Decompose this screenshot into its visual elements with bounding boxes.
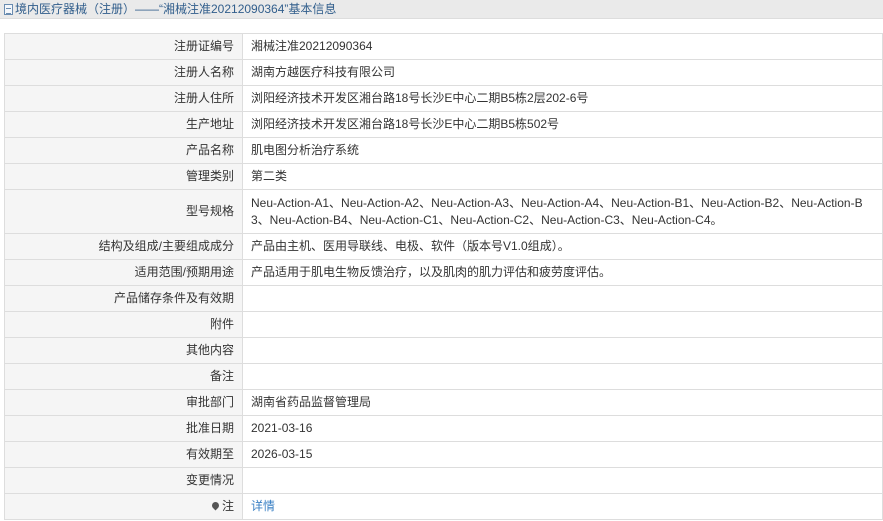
detail-link[interactable]: 详情 [251,499,275,513]
table-row: 注册人住所 浏阳经济技术开发区湘台路18号长沙E中心二期B5栋2层202-6号 [4,85,883,112]
table-row: 批准日期 2021-03-16 [4,415,883,442]
table-row: 备注 [4,363,883,390]
field-label: 产品名称 [4,137,243,164]
field-value: 第二类 [242,163,883,190]
page-title: 境内医疗器械（注册）——“湘械注准20212090364”基本信息 [15,2,337,16]
table-row: 审批部门 湖南省药品监督管理局 [4,389,883,416]
field-value: 2026-03-15 [242,441,883,468]
field-value: 产品由主机、医用导联线、电极、软件（版本号V1.0组成）。 [242,233,883,260]
field-value [242,311,883,338]
field-value: 浏阳经济技术开发区湘台路18号长沙E中心二期B5栋502号 [242,111,883,138]
field-label: 附件 [4,311,243,338]
field-label: 审批部门 [4,389,243,416]
table-row: 适用范围/预期用途 产品适用于肌电生物反馈治疗，以及肌肉的肌力评估和疲劳度评估。 [4,259,883,286]
document-icon [4,3,13,15]
field-label: 批准日期 [4,415,243,442]
field-label: 变更情况 [4,467,243,494]
table-row: 附件 [4,311,883,338]
field-value [242,467,883,494]
field-value [242,337,883,364]
field-label: 注册人名称 [4,59,243,86]
field-value: Neu-Action-A1、Neu-Action-A2、Neu-Action-A… [242,189,883,234]
note-value-cell: 详情 [242,493,883,520]
field-label: 结构及组成/主要组成成分 [4,233,243,260]
field-label: 生产地址 [4,111,243,138]
field-value [242,363,883,390]
field-value: 2021-03-16 [242,415,883,442]
table-row: 产品名称 肌电图分析治疗系统 [4,137,883,164]
table-row: 注册人名称 湖南方越医疗科技有限公司 [4,59,883,86]
field-label: 备注 [4,363,243,390]
note-label-cell: 注 [4,493,243,520]
field-value: 湖南方越医疗科技有限公司 [242,59,883,86]
table-row: 型号规格 Neu-Action-A1、Neu-Action-A2、Neu-Act… [4,189,883,234]
field-label: 其他内容 [4,337,243,364]
field-label: 适用范围/预期用途 [4,259,243,286]
field-value: 浏阳经济技术开发区湘台路18号长沙E中心二期B5栋2层202-6号 [242,85,883,112]
field-label: 产品储存条件及有效期 [4,285,243,312]
table-row: 有效期至 2026-03-15 [4,441,883,468]
table-row: 注册证编号 湘械注准20212090364 [4,33,883,60]
field-value [242,285,883,312]
field-value: 湘械注准20212090364 [242,33,883,60]
field-label: 注册人住所 [4,85,243,112]
note-label: 注 [221,499,234,513]
page-title-bar: 境内医疗器械（注册）——“湘械注准20212090364”基本信息 [0,0,883,19]
field-label: 注册证编号 [4,33,243,60]
field-label: 管理类别 [4,163,243,190]
field-label: 型号规格 [4,189,243,234]
table-row: 注 详情 [4,493,883,520]
table-row: 管理类别 第二类 [4,163,883,190]
table-row: 生产地址 浏阳经济技术开发区湘台路18号长沙E中心二期B5栋502号 [4,111,883,138]
field-value: 肌电图分析治疗系统 [242,137,883,164]
table-row: 其他内容 [4,337,883,364]
field-value: 产品适用于肌电生物反馈治疗，以及肌肉的肌力评估和疲劳度评估。 [242,259,883,286]
location-pin-icon [210,500,221,511]
table-row: 变更情况 [4,467,883,494]
info-table: 注册证编号 湘械注准20212090364 注册人名称 湖南方越医疗科技有限公司… [4,33,883,520]
table-row: 结构及组成/主要组成成分 产品由主机、医用导联线、电极、软件（版本号V1.0组成… [4,233,883,260]
field-value: 湖南省药品监督管理局 [242,389,883,416]
table-row: 产品储存条件及有效期 [4,285,883,312]
field-label: 有效期至 [4,441,243,468]
